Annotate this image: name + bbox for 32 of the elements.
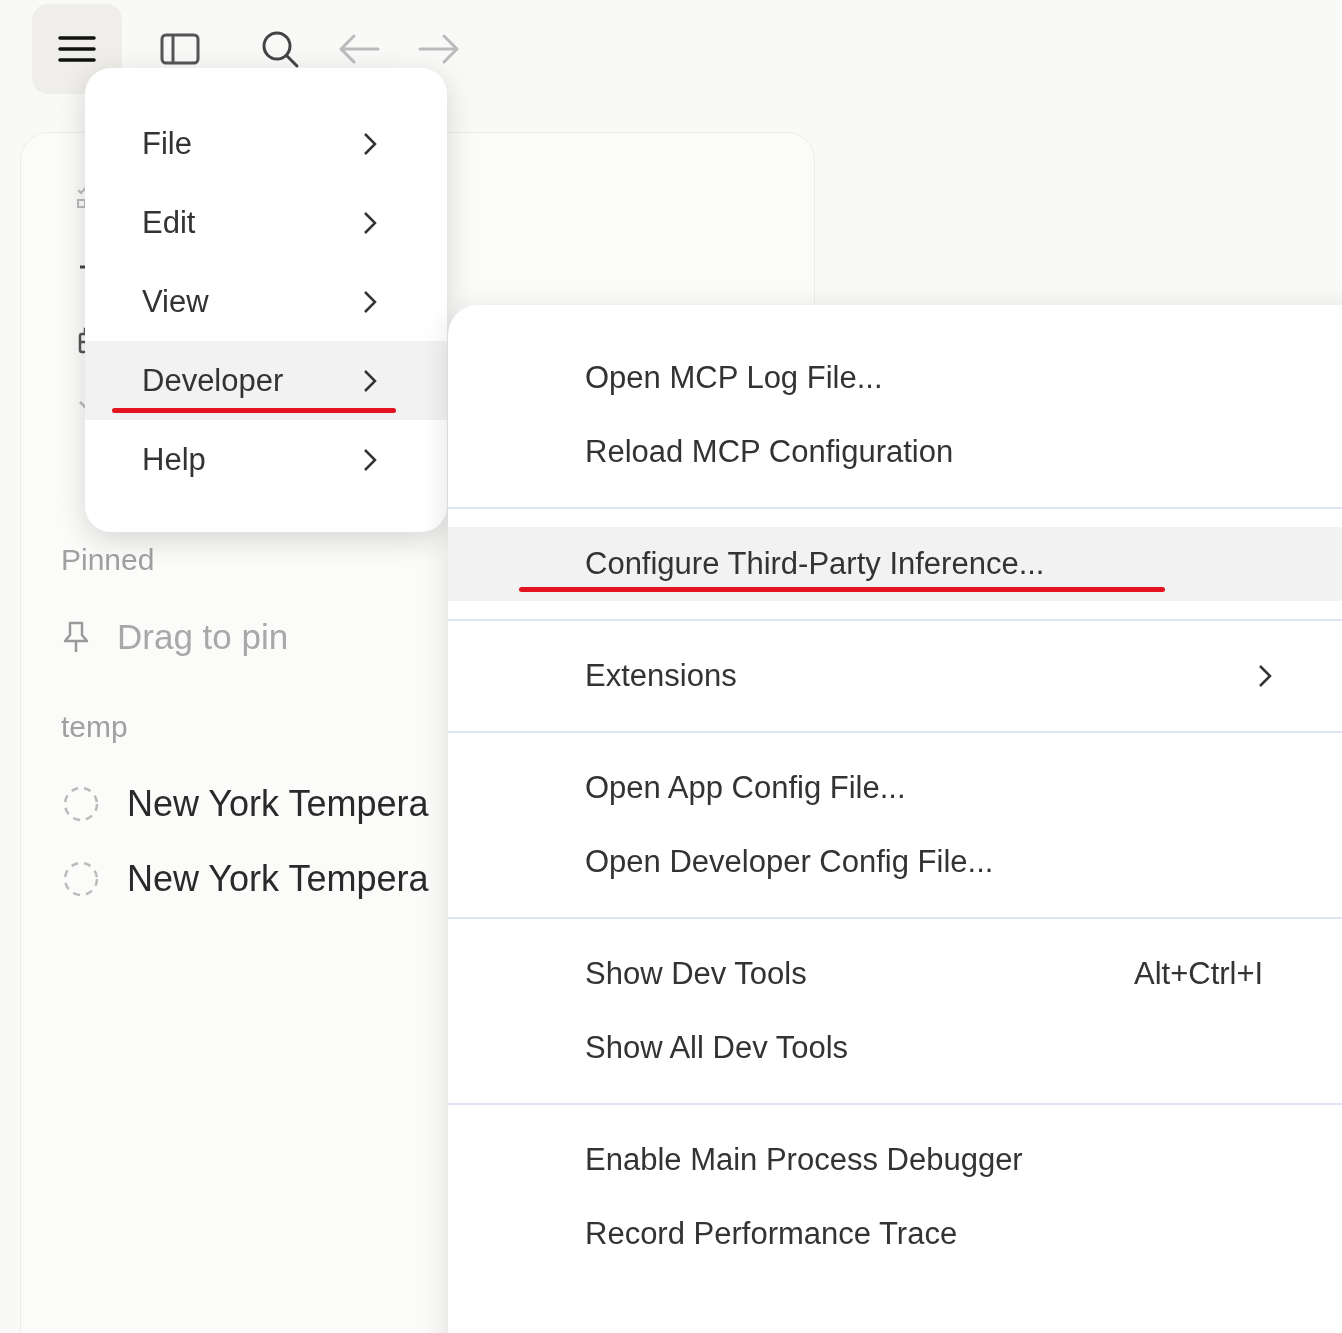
menu-item[interactable]: Help: [85, 420, 447, 499]
menu-item[interactable]: View: [85, 262, 447, 341]
menu-item[interactable]: Show Dev Tools Alt+Ctrl+I: [448, 937, 1342, 1011]
chat-item[interactable]: New York Tempera: [127, 857, 429, 900]
menu-icon: [58, 34, 96, 64]
menu-item[interactable]: File: [85, 104, 447, 183]
search-icon[interactable]: [260, 29, 300, 69]
menu-item[interactable]: Record Performance Trace: [448, 1197, 1342, 1271]
menu-item[interactable]: Configure Third-Party Inference...: [448, 527, 1342, 601]
menu-item[interactable]: Reload MCP Configuration: [448, 415, 1342, 489]
chevron-right-icon: [363, 289, 377, 314]
menu-item[interactable]: Enable Main Process Debugger: [448, 1123, 1342, 1197]
chevron-right-icon: [363, 210, 377, 235]
chat-item[interactable]: New York Tempera: [127, 782, 429, 825]
pin-icon: [61, 619, 91, 654]
menu-item[interactable]: Open App Config File...: [448, 751, 1342, 825]
section-title: Pinned: [61, 543, 155, 577]
menu-item[interactable]: Open MCP Log File...: [448, 341, 1342, 415]
menu-item[interactable]: Extensions: [448, 639, 1342, 713]
chevron-right-icon: [363, 131, 377, 156]
chevron-right-icon: [363, 368, 377, 393]
menu-item[interactable]: Edit: [85, 183, 447, 262]
menu-button[interactable]: [32, 4, 122, 94]
section-title: temp: [61, 710, 128, 744]
shortcut-label: Alt+Ctrl+I: [1134, 956, 1264, 992]
menu-item[interactable]: Show All Dev Tools: [448, 1011, 1342, 1085]
chevron-right-icon: [363, 447, 377, 472]
sidebar-toggle-icon[interactable]: [160, 33, 200, 65]
chevron-right-icon: [1258, 664, 1272, 688]
drag-to-pin-hint: Drag to pin: [117, 616, 289, 657]
menu-item[interactable]: Open Developer Config File...: [448, 825, 1342, 899]
menu-item[interactable]: Developer: [85, 341, 447, 420]
